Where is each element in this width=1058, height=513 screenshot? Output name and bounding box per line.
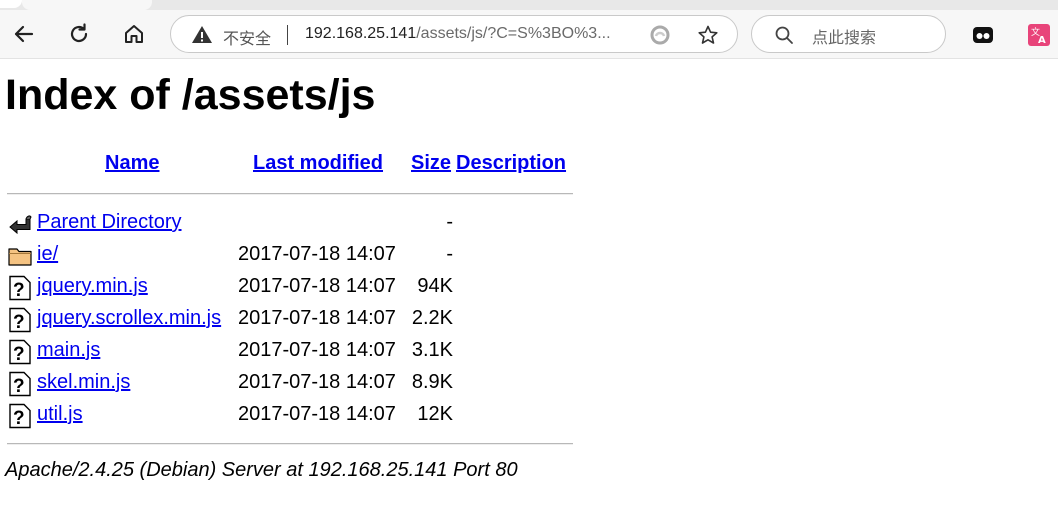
column-header-size[interactable]: Size [411, 152, 451, 175]
unknown-file-icon: ? [9, 403, 31, 429]
translate-icon[interactable]: 文 A [1028, 24, 1050, 46]
unknown-file-icon: ? [9, 339, 31, 365]
url-host: 192.168.25.141 [305, 25, 417, 42]
row-size: 2.2K [411, 307, 453, 329]
url-text[interactable]: 192.168.25.141/assets/js/?C=S%3BO%3... [305, 25, 611, 43]
favorite-star-icon[interactable] [697, 24, 719, 46]
column-header-description[interactable]: Description [456, 152, 566, 175]
tab-active[interactable] [22, 0, 152, 10]
back-button[interactable] [10, 20, 38, 48]
back-icon [9, 215, 32, 235]
row-date: 2017-07-18 14:07 [238, 371, 396, 393]
row-size: 3.1K [411, 339, 453, 361]
back-arrow-icon [14, 25, 34, 43]
svg-text:A: A [1038, 35, 1046, 46]
url-path: /assets/js/?C=S%3BO%3... [416, 25, 611, 42]
parent-directory-link[interactable]: Parent Directory [37, 211, 182, 234]
list-item: ? jquery.min.js 2017-07-18 14:07 94K [5, 273, 573, 305]
file-link[interactable]: util.js [37, 403, 83, 426]
row-size: 8.9K [411, 371, 453, 393]
column-header-last-modified[interactable]: Last modified [253, 152, 383, 175]
row-size: - [446, 243, 453, 265]
list-item: ? util.js 2017-07-18 14:07 12K [5, 401, 573, 433]
row-size: 12K [417, 403, 453, 425]
file-link[interactable]: skel.min.js [37, 371, 130, 394]
file-link[interactable]: ie/ [37, 243, 58, 266]
row-size: 94K [417, 275, 453, 297]
folder-icon [8, 248, 32, 266]
search-placeholder: 点此搜索 [812, 28, 877, 47]
unknown-file-icon: ? [9, 371, 31, 397]
list-item: Parent Directory - [5, 209, 573, 241]
list-item: ? main.js 2017-07-18 14:07 3.1K [5, 337, 573, 369]
list-item: ? skel.min.js 2017-07-18 14:07 8.9K [5, 369, 573, 401]
header-divider [7, 193, 573, 195]
reload-icon [70, 23, 88, 43]
row-date: 2017-07-18 14:07 [238, 307, 396, 329]
list-item: ie/ 2017-07-18 14:07 - [5, 241, 573, 273]
browser-toolbar: 不安全 192.168.25.141/assets/js/?C=S%3BO%3.… [0, 0, 1058, 59]
svg-text:?: ? [13, 312, 25, 333]
svg-text:?: ? [13, 280, 25, 301]
svg-text:?: ? [13, 344, 25, 365]
address-bar[interactable]: 不安全 192.168.25.141/assets/js/?C=S%3BO%3.… [170, 15, 738, 53]
search-icon [775, 26, 793, 44]
row-date: 2017-07-18 14:07 [238, 243, 396, 265]
svg-text:?: ? [13, 408, 25, 429]
file-link[interactable]: jquery.scrollex.min.js [37, 307, 221, 330]
row-date: 2017-07-18 14:07 [238, 275, 396, 297]
insecure-label[interactable]: 不安全 [223, 25, 271, 49]
url-separator [287, 25, 288, 45]
file-link[interactable]: jquery.min.js [37, 275, 148, 298]
row-date: 2017-07-18 14:07 [238, 339, 396, 361]
list-item: ? jquery.scrollex.min.js 2017-07-18 14:0… [5, 305, 573, 337]
column-header-name[interactable]: Name [105, 152, 159, 175]
tab-strip [0, 0, 1058, 10]
read-aloud-icon[interactable] [649, 24, 671, 46]
file-link[interactable]: main.js [37, 339, 100, 362]
warning-icon[interactable] [191, 24, 213, 46]
unknown-file-icon: ? [9, 307, 31, 333]
row-size: - [446, 211, 453, 233]
reload-button[interactable] [65, 20, 93, 48]
row-date: 2017-07-18 14:07 [238, 403, 396, 425]
unknown-file-icon: ? [9, 275, 31, 301]
svg-text:?: ? [13, 376, 25, 397]
home-button[interactable] [120, 20, 148, 48]
extension-icon[interactable] [972, 24, 994, 46]
server-signature: Apache/2.4.25 (Debian) Server at 192.168… [5, 459, 518, 481]
footer-divider [7, 443, 573, 445]
search-box[interactable]: 点此搜索 [751, 15, 946, 53]
home-icon [125, 25, 143, 43]
page-title: Index of /assets/js [5, 71, 376, 119]
